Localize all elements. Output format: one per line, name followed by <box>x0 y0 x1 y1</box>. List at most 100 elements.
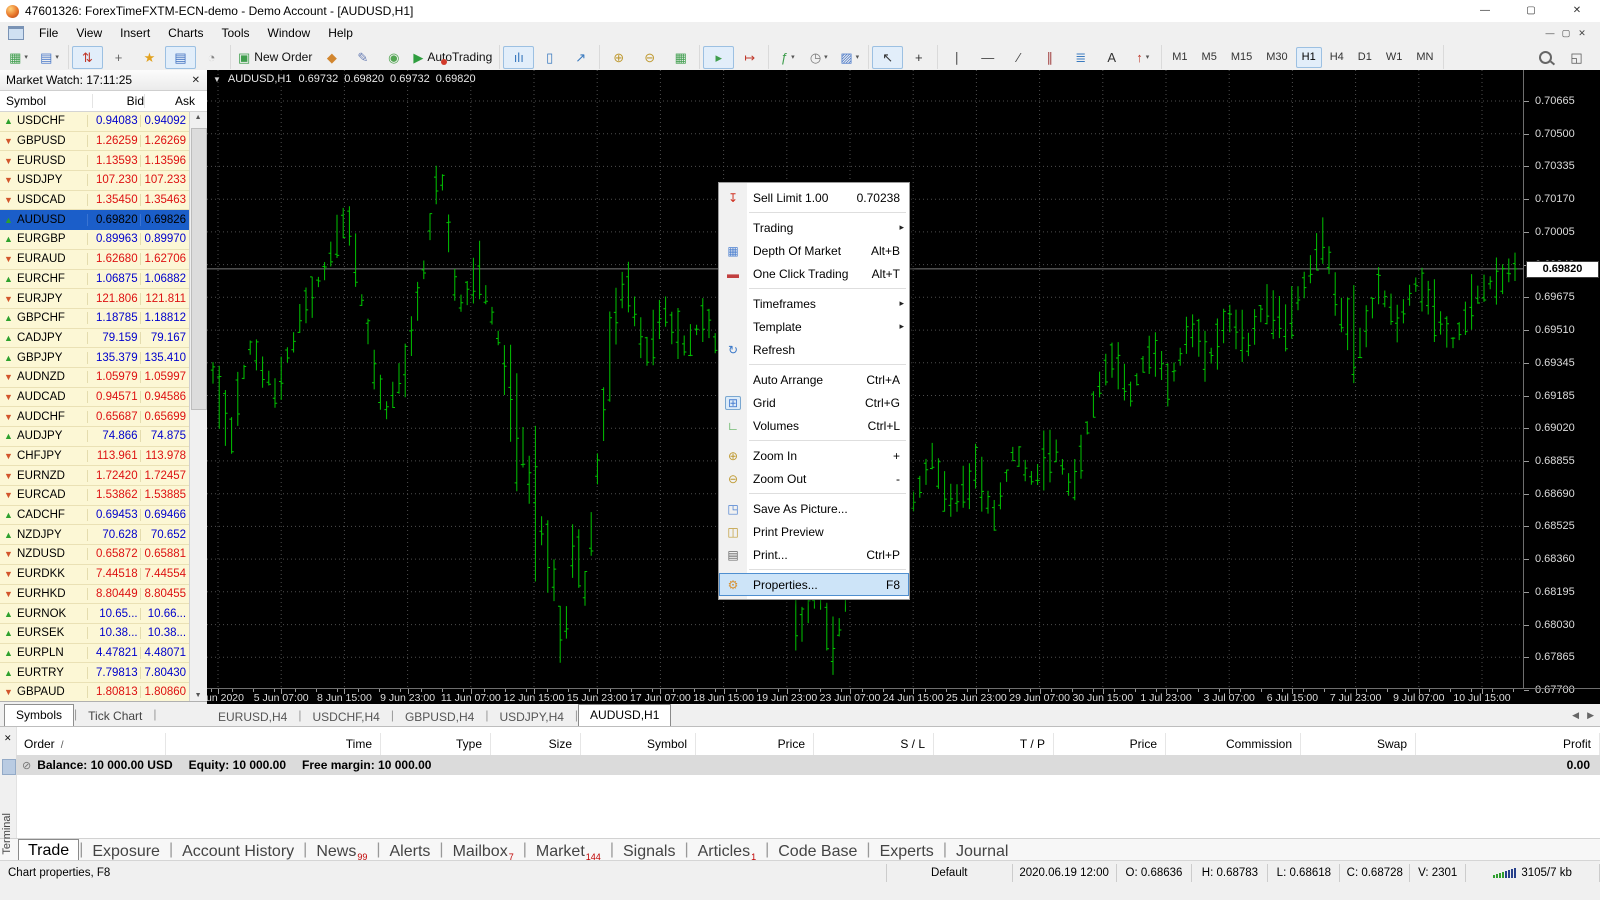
market-watch-scrollbar[interactable]: ▲ ▼ <box>189 112 207 701</box>
signals-icon[interactable]: ◉ <box>378 46 409 69</box>
terminal-tab-exposure[interactable]: Exposure <box>83 843 169 861</box>
dropdown-caret-icon[interactable]: ▾ <box>791 53 795 61</box>
timeframe-h4-button[interactable]: H4 <box>1324 47 1350 68</box>
context-menu-item-properties[interactable]: ⚙Properties...F8 <box>719 573 909 596</box>
mdi-close-button[interactable]: ✕ <box>1574 24 1590 42</box>
timeframe-m5-button[interactable]: M5 <box>1196 47 1223 68</box>
templates-button[interactable]: ▨▾ <box>834 46 865 69</box>
equidistant-channel-button[interactable]: ∥ <box>1034 46 1065 69</box>
market-watch-row-nzdjpy[interactable]: ▲NZDJPY70.62870.652 <box>0 525 189 545</box>
orders-column-time[interactable]: Time <box>166 733 381 755</box>
market-watch-row-eurchf[interactable]: ▲EURCHF1.068751.06882 <box>0 270 189 290</box>
periods-button[interactable]: ◷▾ <box>803 46 834 69</box>
mdi-minimize-button[interactable]: — <box>1542 24 1558 42</box>
indicators-button[interactable]: ƒ▾ <box>772 46 803 69</box>
profiles-button[interactable]: ▤▾ <box>34 46 65 69</box>
bar-chart-button[interactable]: ılı <box>503 46 534 69</box>
context-menu-item-zoom-in[interactable]: ⊕Zoom In+ <box>719 444 909 467</box>
market-watch-row-audchf[interactable]: ▼AUDCHF0.656870.65699 <box>0 407 189 427</box>
market-watch-row-cadchf[interactable]: ▲CADCHF0.694530.69466 <box>0 506 189 526</box>
context-menu-item-volumes[interactable]: ∟VolumesCtrl+L <box>719 414 909 437</box>
market-watch-row-cadjpy[interactable]: ▲CADJPY79.15979.167 <box>0 329 189 349</box>
terminal-close-icon[interactable]: ✕ <box>4 733 12 744</box>
menu-window[interactable]: Window <box>259 22 320 44</box>
market-watch-row-eurnok[interactable]: ▲EURNOK10.65...10.66... <box>0 604 189 624</box>
market-watch-row-audnzd[interactable]: ▼AUDNZD1.059791.05997 <box>0 368 189 388</box>
scroll-down-icon[interactable]: ▼ <box>190 692 206 699</box>
tile-windows-button[interactable]: ▦ <box>665 46 696 69</box>
chart-window[interactable]: ▼ AUDUSD,H1 0.697320.698200.697320.69820… <box>207 70 1600 704</box>
dropdown-caret-icon[interactable]: ▾ <box>824 53 828 61</box>
menu-tools[interactable]: Tools <box>213 22 259 44</box>
timeframe-w1-button[interactable]: W1 <box>1380 47 1409 68</box>
metaeditor-icon[interactable]: ✎ <box>347 46 378 69</box>
dropdown-caret-icon[interactable]: ▾ <box>1146 53 1150 61</box>
tab-scroll-left-icon[interactable]: ◀ <box>1572 710 1579 721</box>
zoom-out-button[interactable]: ⊖ <box>634 46 665 69</box>
market-watch-row-gbpjpy[interactable]: ▲GBPJPY135.379135.410 <box>0 348 189 368</box>
line-chart-button[interactable]: ↗ <box>565 46 596 69</box>
market-watch-row-eurtry[interactable]: ▲EURTRY7.798137.80430 <box>0 663 189 683</box>
terminal-tab-news[interactable]: News99 <box>307 843 376 861</box>
autotrading-button[interactable]: ▶AutoTrading <box>409 46 496 69</box>
price-axis[interactable]: 0.706650.705000.703350.701700.700050.698… <box>1523 70 1600 688</box>
new-chart-button[interactable]: ▦▾ <box>3 46 34 69</box>
text-label-button[interactable]: A <box>1096 46 1127 69</box>
maximize-button[interactable]: ▢ <box>1508 0 1554 22</box>
scroll-up-icon[interactable]: ▲ <box>190 114 206 121</box>
chart-tab-audusd-h1[interactable]: AUDUSD,H1 <box>578 704 671 726</box>
market-watch-row-usdcad[interactable]: ▼USDCAD1.354501.35463 <box>0 191 189 211</box>
terminal-tab-account-history[interactable]: Account History <box>173 843 303 861</box>
data-window-toggle[interactable]: + <box>103 46 134 69</box>
menu-insert[interactable]: Insert <box>111 22 159 44</box>
context-menu-item-template[interactable]: Template▸ <box>719 315 909 338</box>
context-menu-item-timeframes[interactable]: Timeframes▸ <box>719 292 909 315</box>
market-watch-row-eurnzd[interactable]: ▼EURNZD1.724201.72457 <box>0 466 189 486</box>
timeframe-m1-button[interactable]: M1 <box>1166 47 1193 68</box>
context-menu-item-print-preview[interactable]: ◫Print Preview <box>719 520 909 543</box>
chart-tab-gbpusd-h4[interactable]: GBPUSD,H4 <box>394 708 485 726</box>
market-watch-row-eurdkk[interactable]: ▼EURDKK7.445187.44554 <box>0 565 189 585</box>
market-watch-toggle[interactable]: ⇅ <box>72 46 103 69</box>
orders-column-order[interactable]: Order/ <box>16 733 166 755</box>
chart-dropdown-icon[interactable]: ▼ <box>213 75 221 84</box>
orders-column-price[interactable]: Price <box>1054 733 1166 755</box>
orders-column-price[interactable]: Price <box>696 733 814 755</box>
chart-tab-eurusd-h4[interactable]: EURUSD,H4 <box>207 708 298 726</box>
market-watch-row-audusd[interactable]: ▲AUDUSD0.698200.69826 <box>0 210 189 230</box>
column-header-bid[interactable]: Bid <box>92 94 144 108</box>
close-button[interactable]: ✕ <box>1554 0 1600 22</box>
arrows-button[interactable]: ↑▾ <box>1127 46 1158 69</box>
cursor-button[interactable]: ↖ <box>872 46 903 69</box>
candlestick-button[interactable]: ▯ <box>534 46 565 69</box>
context-menu-item-save-as-picture[interactable]: ◳Save As Picture... <box>719 497 909 520</box>
mdi-restore-button[interactable]: ▢ <box>1558 24 1574 42</box>
market-watch-row-audcad[interactable]: ▼AUDCAD0.945710.94586 <box>0 388 189 408</box>
orders-column-profit[interactable]: Profit <box>1416 733 1600 755</box>
market-watch-row-eurcad[interactable]: ▼EURCAD1.538621.53885 <box>0 486 189 506</box>
market-watch-tab-symbols[interactable]: Symbols <box>4 704 74 726</box>
market-watch-row-gbpchf[interactable]: ▲GBPCHF1.187851.18812 <box>0 309 189 329</box>
navigator-toggle[interactable]: ★ <box>134 46 165 69</box>
terminal-toggle[interactable]: ▤ <box>165 46 196 69</box>
context-menu-item-print[interactable]: ▤Print...Ctrl+P <box>719 543 909 566</box>
orders-column-s-l[interactable]: S / L <box>814 733 934 755</box>
docking-button[interactable]: ◱ <box>1561 46 1592 69</box>
timeframe-mn-button[interactable]: MN <box>1410 47 1439 68</box>
market-watch-row-eurgbp[interactable]: ▲EURGBP0.899630.89970 <box>0 230 189 250</box>
menu-file[interactable]: File <box>30 22 67 44</box>
fibonacci-button[interactable]: ≣ <box>1065 46 1096 69</box>
search-symbol-button[interactable] <box>1530 46 1561 69</box>
orders-column-type[interactable]: Type <box>381 733 491 755</box>
timeframe-m30-button[interactable]: M30 <box>1260 47 1293 68</box>
terminal-tab-trade[interactable]: Trade <box>18 839 79 861</box>
context-menu-item-trading[interactable]: Trading▸ <box>719 216 909 239</box>
orders-column-swap[interactable]: Swap <box>1301 733 1416 755</box>
balance-row[interactable]: ⊘ Balance: 10 000.00 USD Equity: 10 000.… <box>16 755 1600 775</box>
market-watch-row-gbpaud[interactable]: ▼GBPAUD1.808131.80860 <box>0 683 189 701</box>
context-menu-item-depth-of-market[interactable]: ▦Depth Of MarketAlt+B <box>719 239 909 262</box>
context-menu-item-auto-arrange[interactable]: Auto ArrangeCtrl+A <box>719 368 909 391</box>
dropdown-caret-icon[interactable]: ▾ <box>24 53 28 61</box>
market-watch-row-nzdusd[interactable]: ▼NZDUSD0.658720.65881 <box>0 545 189 565</box>
market-watch-row-eurhkd[interactable]: ▼EURHKD8.804498.80455 <box>0 585 189 605</box>
